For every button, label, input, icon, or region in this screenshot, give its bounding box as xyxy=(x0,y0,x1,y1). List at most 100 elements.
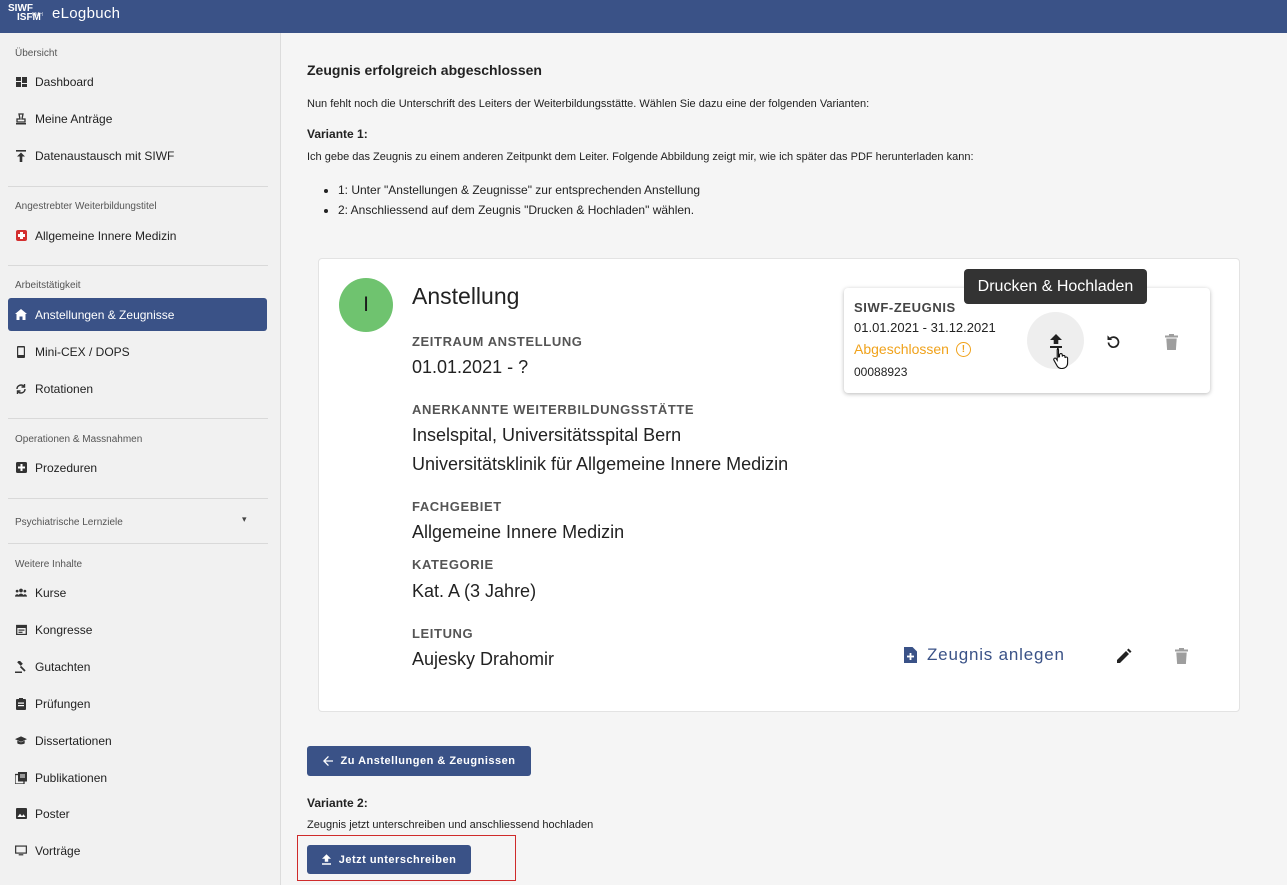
sign-button-label: Jetzt unterschreiben xyxy=(338,853,457,866)
variant2-title: Variante 2: xyxy=(307,796,368,810)
fachgebiet-value: Allgemeine Innere Medizin xyxy=(412,522,625,542)
sidebar-item-kurse[interactable]: Kurse xyxy=(8,576,267,609)
zeugnis-number: 00088923 xyxy=(854,365,908,379)
sidebar-divider xyxy=(8,186,268,187)
list-item: 2: Anschliessend auf dem Zeugnis "Drucke… xyxy=(338,200,700,220)
tooltip: Drucken & Hochladen xyxy=(964,269,1147,304)
sidebar-divider xyxy=(8,265,268,266)
zeitraum-value: 01.01.2021 - ? xyxy=(412,357,529,377)
gavel-icon xyxy=(15,660,27,673)
status-text: Abgeschlossen xyxy=(854,341,949,357)
variant2-text: Zeugnis jetzt unterschreiben und anschli… xyxy=(307,819,594,831)
sidebar-item-gutachten[interactable]: Gutachten xyxy=(8,650,267,683)
sidebar-item-innere-medizin[interactable]: Allgemeine Innere Medizin xyxy=(8,219,267,252)
delete-zeugnis-button[interactable] xyxy=(1158,329,1184,355)
section-label-further: Weitere Inhalte xyxy=(15,559,83,570)
library-books-icon xyxy=(15,771,27,784)
sidebar-divider xyxy=(8,543,268,544)
status-badge: Abgeschlossen ! xyxy=(854,341,971,357)
section-label-operations: Operationen & Massnahmen xyxy=(15,434,143,445)
leitung-value: Aujesky Drahomir xyxy=(412,649,555,669)
clipboard-icon xyxy=(15,697,27,710)
sidebar-item-label: Prozeduren xyxy=(35,460,98,475)
section-label-psych[interactable]: Psychiatrische Lernziele xyxy=(15,517,123,528)
reset-button[interactable] xyxy=(1100,329,1126,355)
sidebar-item-dashboard[interactable]: Dashboard xyxy=(8,65,267,98)
sidebar-item-label: Datenaustausch mit SIWF xyxy=(35,148,175,163)
medical-plus-icon xyxy=(15,462,27,474)
list-item: 1: Unter "Anstellungen & Zeugnisse" zur … xyxy=(338,180,700,200)
sidebar-item-label: Anstellungen & Zeugnisse xyxy=(35,307,175,322)
calendar-icon xyxy=(15,624,27,636)
zeugnis-anlegen-button[interactable]: Zeugnis anlegen xyxy=(904,645,1065,665)
wbs-value-line1: Inselspital, Universitätsspital Bern xyxy=(412,425,682,445)
sidebar-divider xyxy=(8,498,268,499)
chevron-down-icon[interactable]: ▾ xyxy=(242,514,247,525)
sidebar-item-label: Poster xyxy=(35,806,70,821)
upload-icon xyxy=(321,854,331,865)
back-button-label: Zu Anstellungen & Zeugnissen xyxy=(340,755,516,767)
card-title: Anstellung xyxy=(412,283,520,309)
fachgebiet-label: FACHGEBIET xyxy=(412,499,502,514)
stamp-icon xyxy=(15,112,27,125)
graduation-cap-icon xyxy=(15,735,27,747)
sidebar-item-kongresse[interactable]: Kongresse xyxy=(8,613,267,646)
trash-icon xyxy=(1174,648,1188,664)
rotate-icon xyxy=(15,383,27,395)
sidebar-item-label: Kongresse xyxy=(35,622,93,637)
sidebar-item-datenaustausch[interactable]: Datenaustausch mit SIWF xyxy=(8,139,267,172)
restore-icon xyxy=(1107,335,1120,348)
sidebar-item-label: Kurse xyxy=(35,585,67,600)
sidebar-item-label: Dashboard xyxy=(35,74,94,89)
sidebar-item-publikationen[interactable]: Publikationen xyxy=(8,761,267,794)
section-label-overview: Übersicht xyxy=(15,48,58,59)
trash-icon xyxy=(1164,334,1178,350)
sidebar-item-label: Gutachten xyxy=(35,659,91,674)
phone-icon xyxy=(15,345,27,358)
sidebar-item-anstellungen[interactable]: Anstellungen & Zeugnisse xyxy=(8,298,267,331)
hand-cursor-icon xyxy=(1052,347,1070,375)
kategorie-label: KATEGORIE xyxy=(412,557,494,572)
upload-icon xyxy=(1049,333,1062,348)
sidebar-item-antraege[interactable]: Meine Anträge xyxy=(8,102,267,135)
arrow-left-icon xyxy=(322,756,333,766)
warning-circle-icon: ! xyxy=(955,341,971,357)
sidebar-item-dissertationen[interactable]: Dissertationen xyxy=(8,724,267,757)
sidebar-item-minicex[interactable]: Mini-CEX / DOPS xyxy=(8,335,267,368)
back-to-anstellungen-button[interactable]: Zu Anstellungen & Zeugnissen xyxy=(307,746,531,776)
sidebar-item-label: Rotationen xyxy=(35,381,94,396)
upload-icon xyxy=(15,149,27,162)
zeugnis-title: SIWF-ZEUGNIS xyxy=(854,300,956,315)
sidebar-item-prozeduren[interactable]: Prozeduren xyxy=(8,451,267,484)
sidebar-item-label: Mini-CEX / DOPS xyxy=(35,344,130,359)
leitung-label: LEITUNG xyxy=(412,626,474,641)
sign-now-button[interactable]: Jetzt unterschreiben xyxy=(307,845,471,874)
sidebar-item-rotationen[interactable]: Rotationen xyxy=(8,372,267,405)
home-icon xyxy=(15,309,27,321)
kategorie-value: Kat. A (3 Jahre) xyxy=(412,581,537,601)
monitor-icon xyxy=(15,845,27,857)
sidebar-item-label: Meine Anträge xyxy=(35,111,113,126)
group-icon xyxy=(15,587,27,599)
sidebar-item-label: Publikationen xyxy=(35,770,108,785)
zeitraum-label: ZEITRAUM ANSTELLUNG xyxy=(412,334,583,349)
edit-button[interactable] xyxy=(1111,643,1137,669)
pencil-icon xyxy=(1117,648,1132,663)
sidebar-item-vortraege[interactable]: Vorträge xyxy=(8,834,267,867)
sidebar-item-label: Allgemeine Innere Medizin xyxy=(35,228,177,243)
swiss-flag-icon xyxy=(15,230,27,242)
sidebar-item-label: Vorträge xyxy=(35,843,81,858)
zeugnis-date-range: 01.01.2021 - 31.12.2021 xyxy=(854,320,996,335)
siwf-logo[interactable]: SIWF FMH ISFM xyxy=(8,4,43,23)
sidebar-item-pruefungen[interactable]: Prüfungen xyxy=(8,687,267,720)
delete-anstellung-button[interactable] xyxy=(1168,643,1194,669)
sidebar-item-poster[interactable]: Poster xyxy=(8,797,267,830)
top-bar: SIWF FMH ISFM eLogbuch xyxy=(0,0,1287,33)
image-icon xyxy=(15,808,27,820)
section-label-work: Arbeitstätigkeit xyxy=(15,280,81,291)
section-label-target-title: Angestrebter Weiterbildungstitel xyxy=(15,201,157,212)
file-plus-icon xyxy=(904,647,917,663)
page-title: Zeugnis erfolgreich abgeschlossen xyxy=(307,62,542,78)
steps-list: 1: Unter "Anstellungen & Zeugnisse" zur … xyxy=(324,180,700,220)
dashboard-icon xyxy=(15,76,27,88)
